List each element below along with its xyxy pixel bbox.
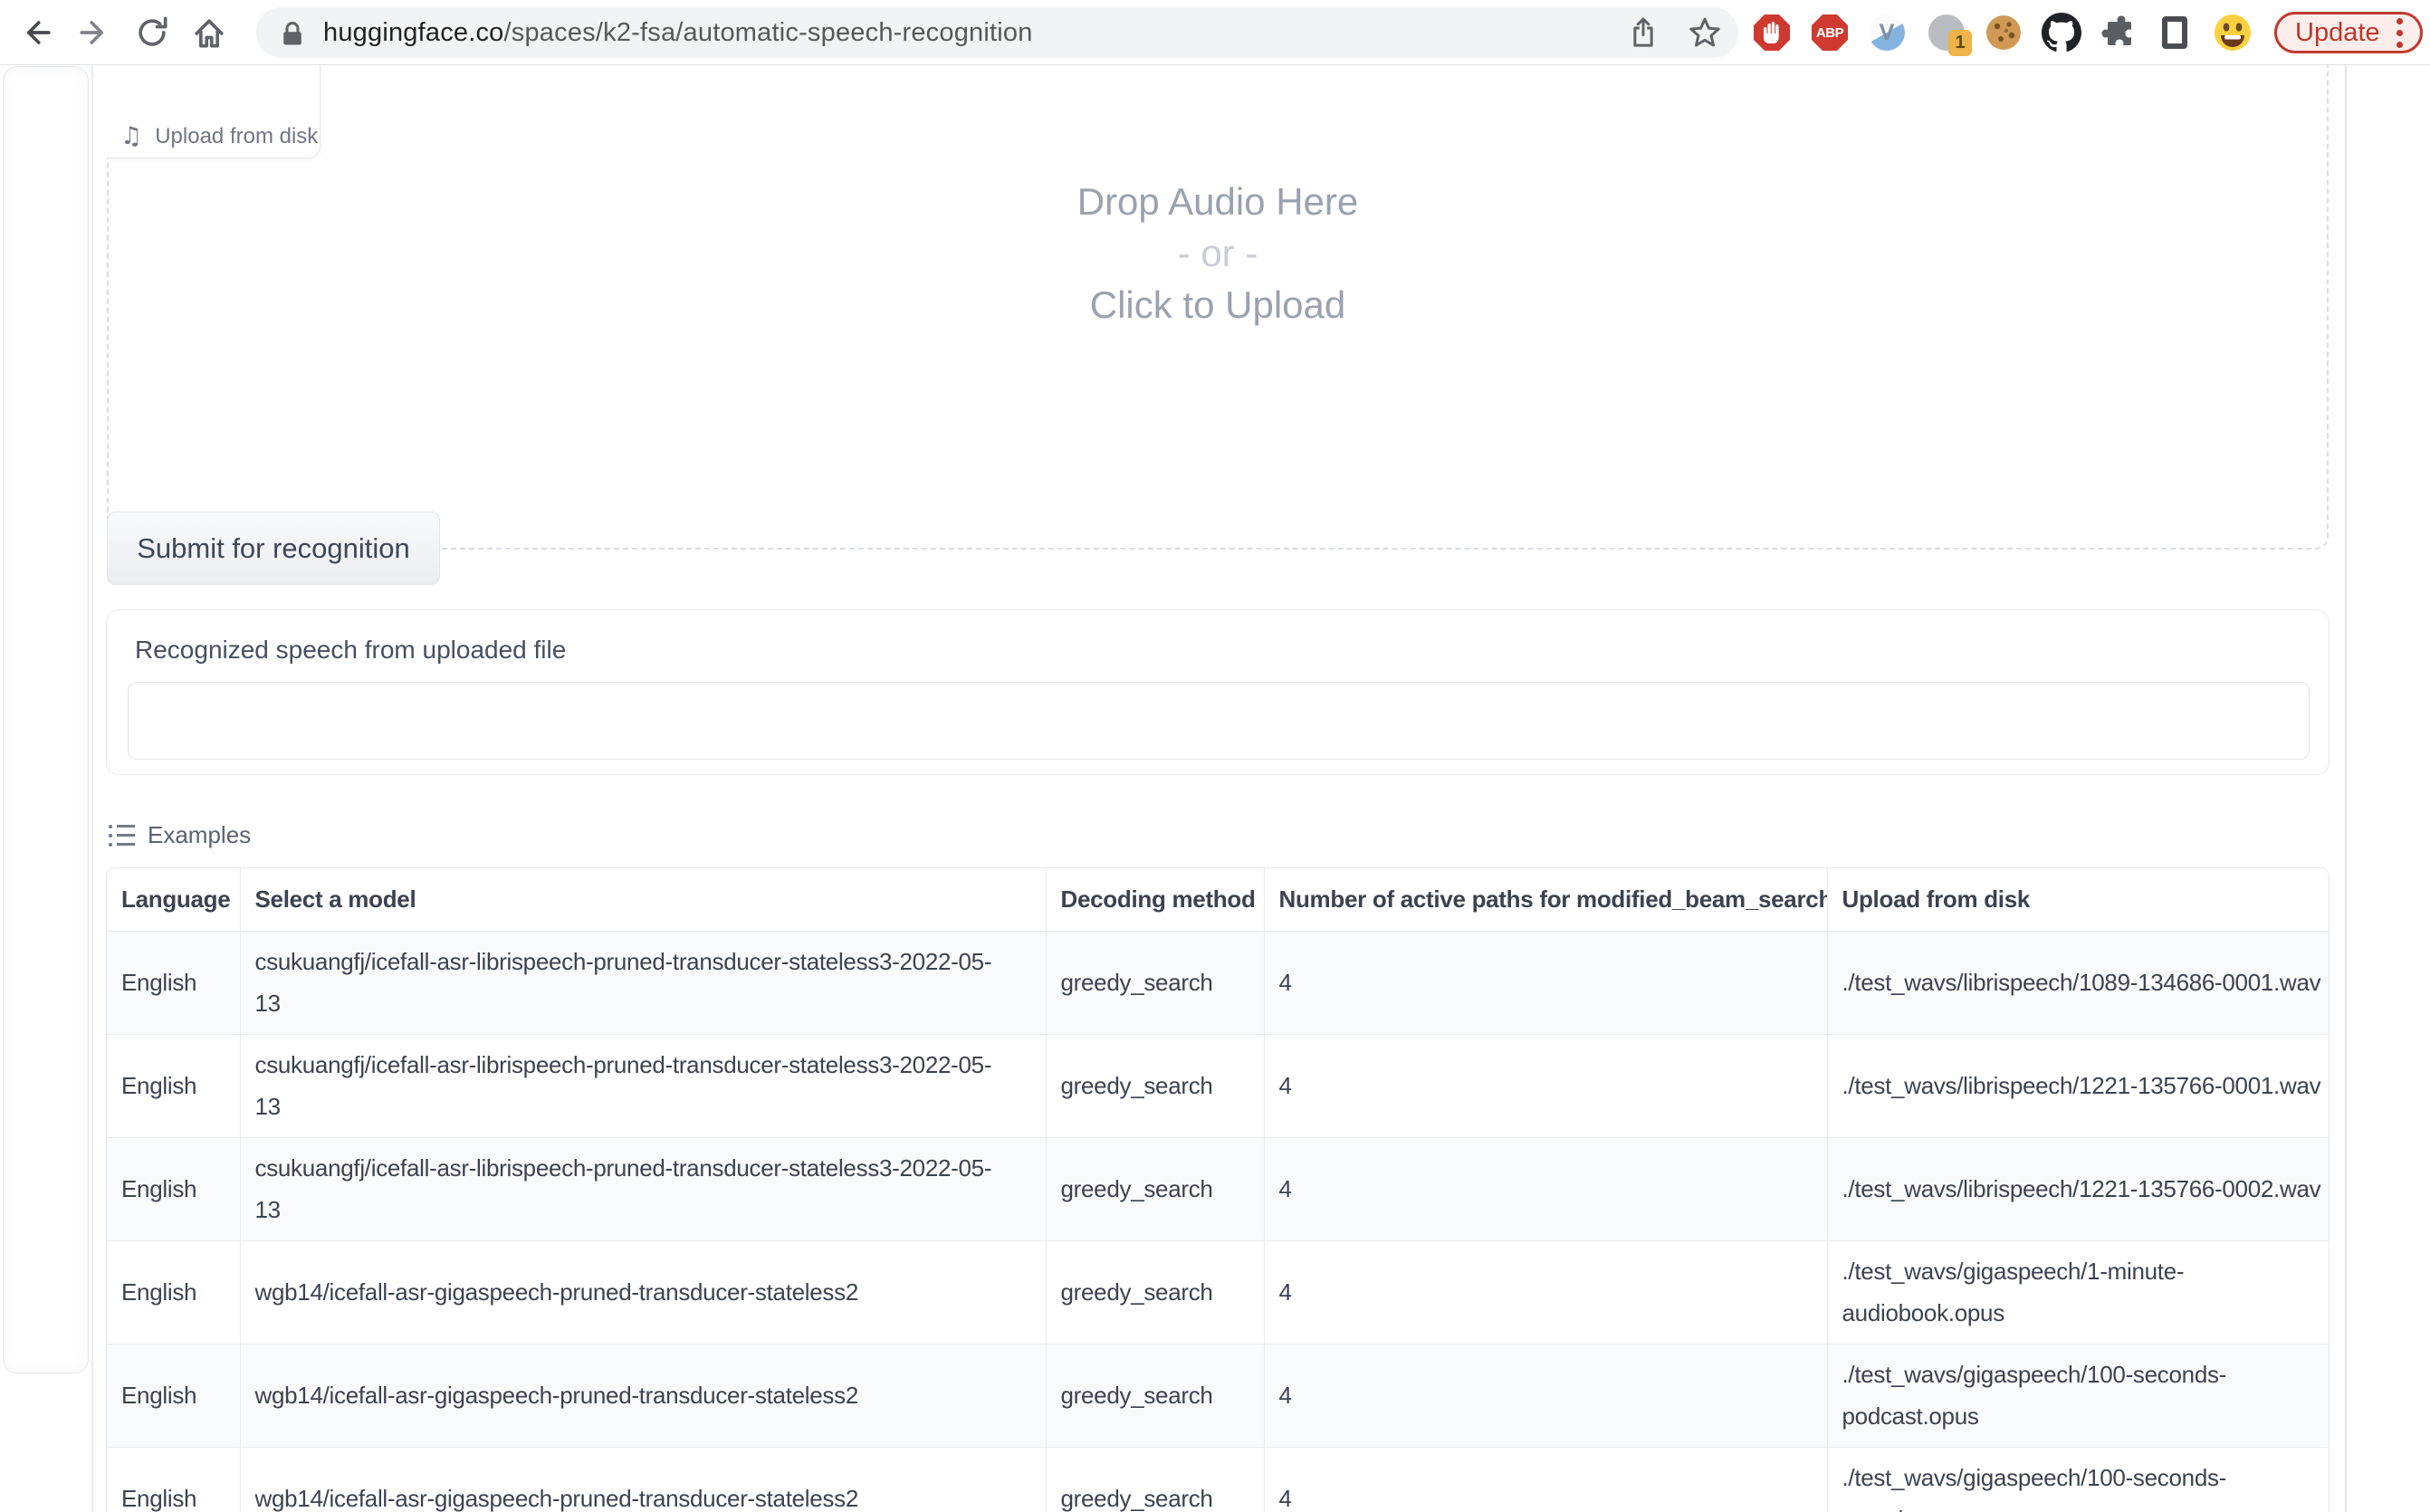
table-cell[interactable]: ./test_wavs/gigaspeech/100-seconds- yout… [1827, 1447, 2330, 1512]
table-cell[interactable]: ./test_wavs/librispeech/1221-135766-0001… [1827, 1034, 2330, 1137]
table-body: Englishcsukuangfj/icefall-asr-librispeec… [107, 931, 2330, 1512]
forward-button[interactable] [74, 13, 114, 53]
bookmark-star-icon[interactable] [1685, 13, 1725, 53]
table-row[interactable]: Englishcsukuangfj/icefall-asr-librispeec… [107, 1137, 2330, 1240]
table-cell[interactable]: wgb14/icefall-asr-gigaspeech-pruned-tran… [240, 1240, 1046, 1344]
update-label: Update [2295, 18, 2380, 48]
table-row[interactable]: Englishcsukuangfj/icefall-asr-librispeec… [107, 931, 2330, 1034]
back-button[interactable] [16, 13, 56, 53]
table-cell[interactable]: wgb14/icefall-asr-gigaspeech-pruned-tran… [240, 1447, 1046, 1512]
app-right-border [2345, 65, 2347, 1512]
github-extension-icon[interactable] [2042, 13, 2081, 53]
page-content: Drop Audio Here - or - Click to Upload ♫… [0, 65, 2430, 1512]
table-row[interactable]: Englishwgb14/icefall-asr-gigaspeech-prun… [107, 1447, 2330, 1512]
table-cell[interactable]: 4 [1264, 1240, 1827, 1344]
table-column-header: Number of active paths for modified_beam… [1264, 868, 1827, 931]
table-cell[interactable]: English [107, 1240, 240, 1344]
chrome-update-button[interactable]: Update [2274, 12, 2423, 53]
left-edge-panel [3, 66, 89, 1373]
table-cell[interactable]: greedy_search [1046, 1034, 1264, 1137]
table-column-header: Select a model [240, 868, 1046, 931]
url-path: /spaces/k2-fsa/automatic-speech-recognit… [504, 18, 1033, 47]
table-header-row: LanguageSelect a modelDecoding methodNum… [107, 868, 2330, 931]
table-cell[interactable]: wgb14/icefall-asr-gigaspeech-pruned-tran… [240, 1344, 1046, 1447]
table-cell[interactable]: English [107, 1344, 240, 1447]
upload-tab-label: Upload from disk [155, 124, 318, 149]
table-cell[interactable]: greedy_search [1046, 1137, 1264, 1240]
table-cell[interactable]: 4 [1264, 1137, 1827, 1240]
abp-label: ABP [1816, 25, 1843, 41]
table-cell[interactable]: csukuangfj/icefall-asr-librispeech-prune… [240, 1034, 1046, 1137]
address-bar[interactable]: huggingface.co/spaces/k2-fsa/automatic-s… [256, 7, 1738, 58]
reader-mode-icon[interactable] [2155, 13, 2195, 53]
or-text: - or - [109, 227, 2327, 279]
examples-table: LanguageSelect a modelDecoding methodNum… [106, 867, 2330, 1512]
abp-extension-icon[interactable]: ABP [1810, 13, 1850, 53]
table-cell[interactable]: ./test_wavs/librispeech/1089-134686-0001… [1827, 931, 2330, 1034]
table-column-header: Decoding method [1046, 868, 1264, 931]
table-cell[interactable]: English [107, 1447, 240, 1512]
table-row[interactable]: Englishcsukuangfj/icefall-asr-librispeec… [107, 1034, 2330, 1137]
drop-audio-here-text: Drop Audio Here [109, 176, 2327, 227]
table-row[interactable]: Englishwgb14/icefall-asr-gigaspeech-prun… [107, 1240, 2330, 1344]
recognized-speech-textbox[interactable] [128, 682, 2310, 760]
table-cell[interactable]: csukuangfj/icefall-asr-librispeech-prune… [240, 1137, 1046, 1240]
cookie-extension-icon[interactable] [1984, 13, 2023, 53]
table-cell[interactable]: 4 [1264, 1344, 1827, 1447]
submit-for-recognition-button[interactable]: Submit for recognition [107, 512, 440, 585]
share-icon[interactable] [1623, 13, 1663, 53]
table-cell[interactable]: 4 [1264, 1034, 1827, 1137]
lock-icon [276, 14, 309, 51]
v-extension-icon[interactable]: V [1867, 13, 1907, 53]
browser-toolbar: huggingface.co/spaces/k2-fsa/automatic-s… [0, 0, 2430, 65]
smiley-extension-icon[interactable] [2213, 13, 2253, 53]
recognized-speech-panel: Recognized speech from uploaded file [106, 609, 2330, 775]
extension-badge: 1 [1948, 30, 1972, 56]
table-cell[interactable]: English [107, 931, 240, 1034]
table-cell[interactable]: csukuangfj/icefall-asr-librispeech-prune… [240, 931, 1046, 1034]
dropzone-text: Drop Audio Here - or - Click to Upload [109, 176, 2327, 330]
examples-label: Examples [148, 821, 251, 849]
table-cell[interactable]: 4 [1264, 931, 1827, 1034]
notification-extension-icon[interactable]: 1 [1927, 13, 1966, 53]
url-domain: huggingface.co [323, 18, 504, 47]
table-cell[interactable]: greedy_search [1046, 931, 1264, 1034]
v-label: V [1869, 14, 1905, 51]
table-column-header: Upload from disk [1827, 868, 2330, 931]
table-cell[interactable]: ./test_wavs/librispeech/1221-135766-0002… [1827, 1137, 2330, 1240]
table-cell[interactable]: ./test_wavs/gigaspeech/100-seconds- podc… [1827, 1344, 2330, 1447]
table-cell[interactable]: 4 [1264, 1447, 1827, 1512]
home-button[interactable] [189, 13, 229, 53]
click-to-upload-text: Click to Upload [109, 279, 2327, 330]
kebab-menu-icon[interactable] [2397, 18, 2403, 48]
examples-list-icon [109, 825, 135, 847]
table-column-header: Language [107, 868, 240, 931]
table-row[interactable]: Englishwgb14/icefall-asr-gigaspeech-prun… [107, 1344, 2330, 1447]
reload-button[interactable] [132, 13, 172, 53]
adblock-hand-extension-icon[interactable] [1752, 13, 1792, 53]
app-left-border [91, 65, 93, 1512]
url-text: huggingface.co/spaces/k2-fsa/automatic-s… [323, 18, 1033, 48]
examples-header: Examples [109, 821, 251, 849]
table-cell[interactable]: greedy_search [1046, 1344, 1264, 1447]
table-cell[interactable]: greedy_search [1046, 1240, 1264, 1344]
table-cell[interactable]: ./test_wavs/gigaspeech/1-minute- audiobo… [1827, 1240, 2330, 1344]
extensions-puzzle-icon[interactable] [2099, 13, 2138, 53]
table-cell[interactable]: English [107, 1034, 240, 1137]
tab-upload-from-disk[interactable]: ♫ Upload from disk [106, 65, 320, 158]
table-cell[interactable]: English [107, 1137, 240, 1240]
music-notes-icon: ♫ [120, 122, 142, 150]
recognized-speech-label: Recognized speech from uploaded file [135, 636, 566, 665]
table-cell[interactable]: greedy_search [1046, 1447, 1264, 1512]
audio-dropzone[interactable]: Drop Audio Here - or - Click to Upload [107, 65, 2329, 550]
